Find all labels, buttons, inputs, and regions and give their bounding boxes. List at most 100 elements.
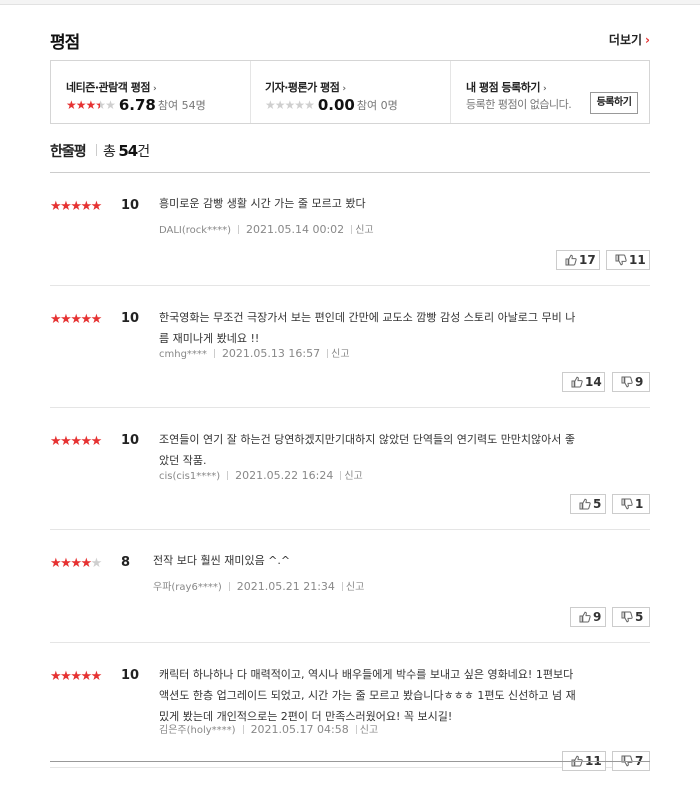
review-date: 2021.05.13 16:57 [221,347,321,360]
like-count: 17 [579,253,596,267]
dislike-button[interactable]: 11 [606,250,650,270]
divider [228,582,230,591]
my-score-label: 내 평점 등록하기 [466,81,541,94]
review-text-line: 액션도 한층 업그레이드 되었고, 시간 가는 줄 모르고 봤습니다ㅎㅎㅎ 1편… [159,689,576,702]
critic-star-rating: ★★★★★ [265,98,315,112]
thumbs-up-icon [579,611,591,623]
star-filled-icon: ★ [60,312,72,327]
star-filled-icon: ★ [60,434,72,449]
like-button[interactable]: 17 [556,250,600,270]
star-filled-icon: ★ [90,312,103,327]
chevron-right-icon: › [152,84,157,94]
star-filled-icon: ★ [90,434,103,449]
review-user[interactable]: cis(cis1****) [159,471,220,482]
star-filled-icon: ★ [70,434,82,449]
review-star-rating: ★★★★★ [50,434,103,449]
star-filled-icon: ★ [90,669,103,684]
review-user[interactable]: 김은주(holy****) [159,725,236,736]
star-filled-icon: ★ [80,556,92,571]
my-score: 내 평점 등록하기 › 등록한 평점이 없습니다. 등록하기 [451,61,649,123]
report-link[interactable]: 신고 [360,725,378,736]
star-filled-icon: ★ [60,199,72,214]
dislike-button[interactable]: 1 [612,494,650,514]
star-empty-icon: ★ [265,98,276,112]
star-empty-icon: ★ [274,98,286,112]
divider [96,144,97,156]
star-filled-icon: ★ [80,434,92,449]
review-text: 전작 보다 훨씬 재미있음 ^.^ [153,550,290,571]
report-link[interactable]: 신고 [355,225,373,236]
total-suffix: 건 [137,144,150,160]
chevron-right-icon: › [342,84,346,94]
star-half-icon: ★ [95,98,106,112]
my-score-message: 등록한 평점이 없습니다. [466,98,572,111]
like-count: 9 [593,610,602,624]
review-score: 8 [121,555,131,570]
like-button[interactable]: 9 [570,607,606,627]
chevron-right-icon: › [645,33,650,47]
register-rating-button[interactable]: 등록하기 [590,92,638,114]
like-count: 14 [585,375,602,389]
like-count: 5 [593,497,602,511]
review-text: 조연들이 연기 잘 하는건 당연하겠지만기대하지 않았던 단역들의 연기력도 만… [159,429,575,471]
comments-header: 한줄평 총 54건 [50,134,650,173]
review-user[interactable]: DALI(rock****) [159,225,231,236]
review-meta: cmhg**** 2021.05.13 16:57 신고 [159,345,350,360]
divider [351,225,353,234]
star-empty-icon: ★ [284,98,296,112]
review-user[interactable]: cmhg**** [159,349,207,360]
section-header: 평점 더보기 › [50,0,650,60]
star-empty-icon: ★ [90,556,103,571]
rating-section: 평점 더보기 › 네티즌·관람객 평점 › ★★★★★ 6.78 참여 54명 기자·평… [50,0,650,771]
dislike-button[interactable]: 9 [612,372,650,392]
star-filled-icon: ★ [85,98,97,112]
report-link[interactable]: 신고 [346,582,364,593]
review-meta: cis(cis1****) 2021.05.22 16:24 신고 [159,467,363,482]
report-link[interactable]: 신고 [331,349,349,360]
dislike-count: 5 [635,610,644,624]
review-date: 2021.05.22 16:24 [235,469,334,482]
critic-participants: 참여 0명 [356,99,398,112]
review-user[interactable]: 우파(ray6****) [153,582,222,593]
review-text-line: 전작 보다 훨씬 재미있음 ^.^ [153,554,291,567]
netizen-score-link[interactable]: 네티즌·관람객 평점 › [66,79,157,95]
thumbs-up-icon [565,254,577,266]
total-prefix: 총 [103,144,116,160]
review-meta: DALI(rock****) 2021.05.14 00:02 신고 [159,221,374,236]
star-filled-icon: ★ [70,669,82,684]
like-button[interactable]: 14 [562,372,605,392]
review-text-line: 흥미로운 감빵 생활 시간 가는 줄 모르고 봤다 [159,197,366,210]
critic-score-link[interactable]: 기자·평론가 평점 › [265,79,346,95]
thumbs-down-icon [621,611,633,623]
review-score: 10 [121,433,140,448]
divider [238,225,239,234]
dislike-count: 9 [635,375,644,389]
chevron-right-icon: › [543,84,547,94]
review-text-line: 한국영화는 무조건 극장가서 보는 편인데 간만에 교도소 깜빵 감성 스토리 … [159,311,576,324]
more-link[interactable]: 더보기 › [609,31,650,48]
star-filled-icon: ★ [70,199,82,214]
my-score-link[interactable]: 내 평점 등록하기 › [466,79,547,95]
netizen-participants: 참여 54명 [157,99,206,112]
star-filled-icon: ★ [70,556,82,571]
review-star-rating: ★★★★★ [50,312,103,327]
star-filled-icon: ★ [90,199,103,214]
review-date: 2021.05.17 04:58 [250,723,349,736]
star-filled-icon: ★ [50,434,62,449]
total-count: 54 [118,142,138,160]
review-score: 10 [121,668,140,683]
review-text-line: 캐릭터 하나하나 다 매력적이고, 역시나 배우들에게 박수를 보내고 싶은 영… [159,668,574,681]
review-star-rating: ★★★★★ [50,199,103,214]
star-filled-icon: ★ [75,98,87,112]
like-button[interactable]: 5 [570,494,606,514]
star-empty-icon: ★ [304,98,315,112]
review-score: 10 [121,198,140,213]
divider [327,349,329,358]
thumbs-down-icon [621,498,633,510]
star-empty-icon: ★ [294,98,305,112]
dislike-button[interactable]: 5 [612,607,650,627]
review-date: 2021.05.21 21:34 [236,580,335,593]
dislike-count: 1 [635,497,644,511]
review-item: ★★★★★ 10 조연들이 연기 잘 하는건 당연하겠지만기대하지 않았던 단역… [50,408,650,530]
report-link[interactable]: 신고 [344,471,362,482]
